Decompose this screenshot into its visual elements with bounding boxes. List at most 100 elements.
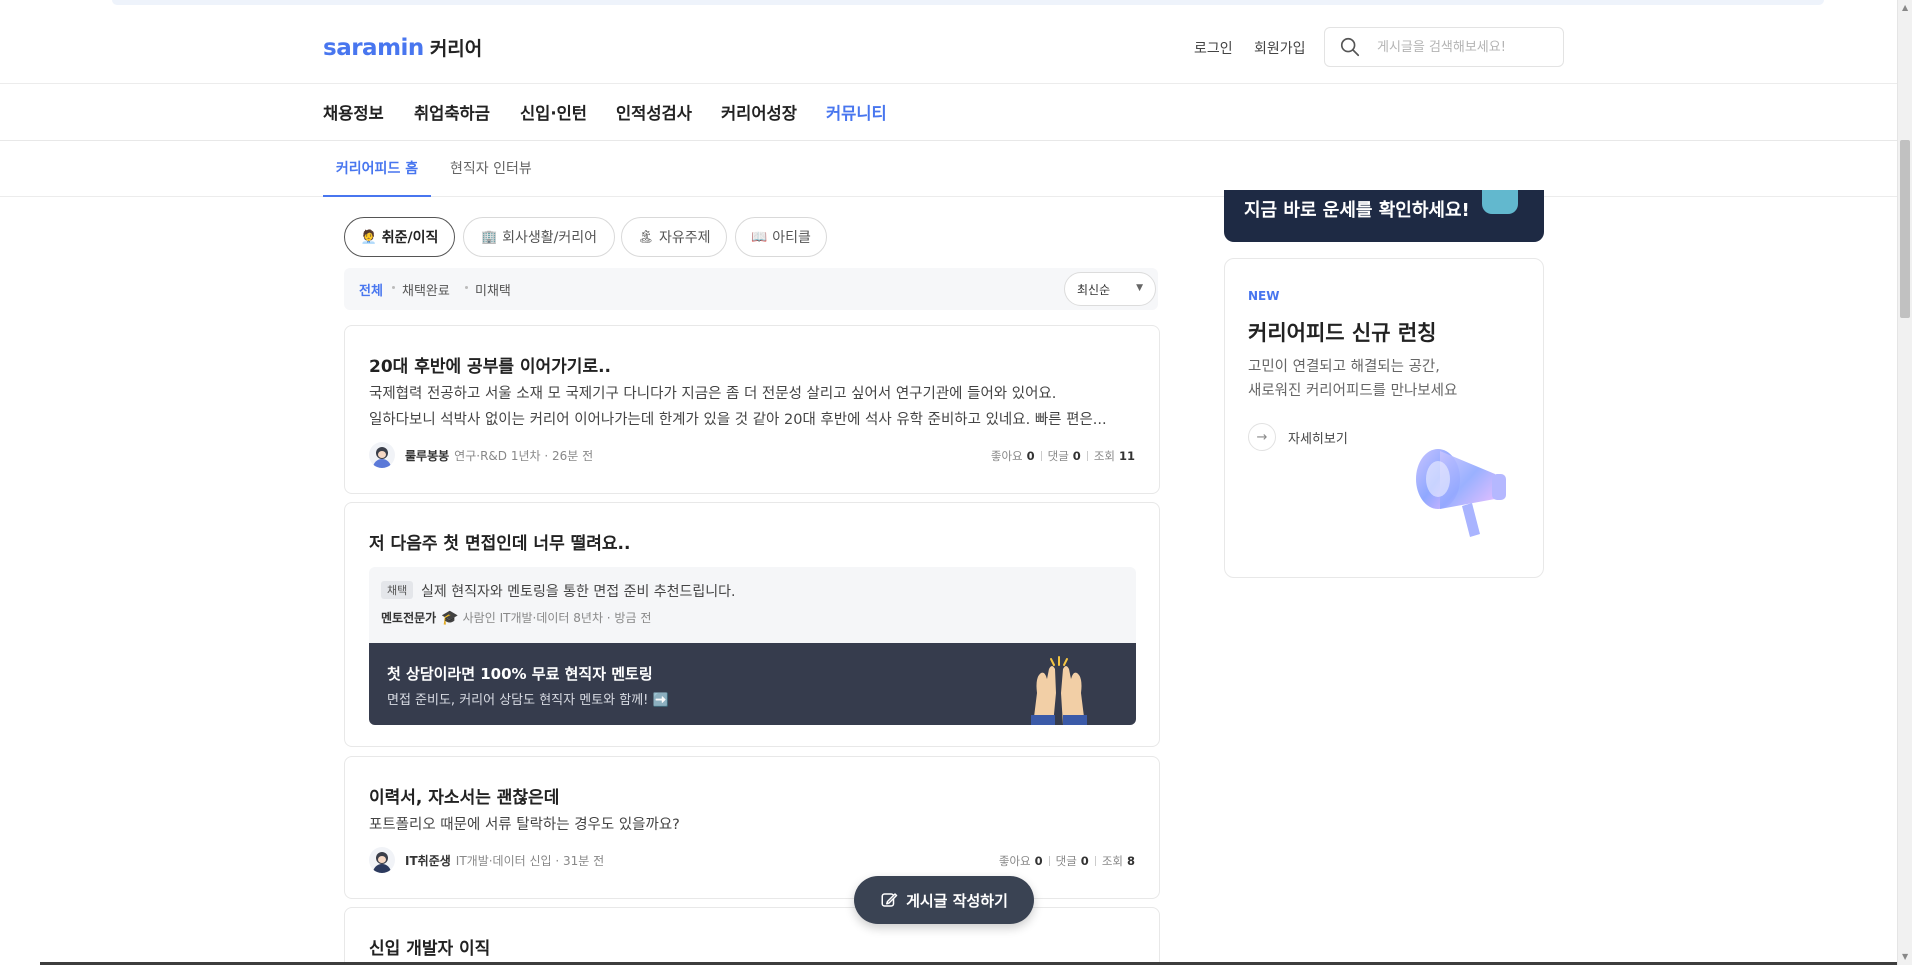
post-stats: 좋아요 0 댓글 0 조회 11 [991, 448, 1135, 464]
post-title[interactable]: 저 다음주 첫 면접인데 너무 떨려요.. [369, 529, 630, 554]
graduation-cap-icon: 🎓 [441, 609, 459, 626]
search-input[interactable] [1377, 39, 1557, 55]
main-nav: 채용정보 취업축하금 신입·인턴 인적성검사 커리어성장 커뮤니티 [0, 84, 1897, 141]
scrollbar[interactable]: ▲ ▼ [1897, 0, 1912, 965]
nav-aptitude[interactable]: 인적성검사 [616, 100, 692, 124]
logo-brand: saramin [323, 35, 424, 61]
comments-count: 0 [1080, 854, 1089, 868]
lamp-icon [1482, 190, 1518, 214]
filter-separator [465, 286, 468, 289]
author-name[interactable]: 룰루봉봉 [405, 447, 449, 464]
post-card[interactable]: 20대 후반에 공부를 이어가기로.. 국제협력 전공하고 서울 소재 모 국제… [344, 325, 1160, 494]
tab-interview[interactable]: 현직자 인터뷰 [450, 141, 532, 197]
scroll-up-icon[interactable]: ▲ [1902, 3, 1908, 12]
nav-jobs[interactable]: 채용정보 [323, 100, 384, 124]
write-post-button[interactable]: 게시글 작성하기 [854, 876, 1034, 924]
high-five-icon [1031, 656, 1087, 725]
write-post-label: 게시글 작성하기 [906, 891, 1008, 910]
post-title[interactable]: 이력서, 자소서는 괜찮은데 [369, 783, 559, 808]
post-body-line: 포트폴리오 때문에 서류 탈락하는 경우도 있을까요? [369, 817, 680, 833]
chip-label: 취준/이직 [381, 230, 439, 246]
building-icon: 🏢 [480, 229, 498, 245]
search-box[interactable] [1324, 27, 1564, 67]
search-icon[interactable] [1339, 36, 1361, 58]
filter-bar: 전체 채택완료 미채택 최신순 ▼ [344, 268, 1158, 310]
nav-community[interactable]: 커뮤니티 [826, 100, 887, 124]
megaphone-icon [1416, 449, 1506, 537]
new-label: NEW [1248, 289, 1280, 303]
launch-desc-line: 고민이 연결되고 해결되는 공간, [1248, 359, 1440, 375]
sub-tabs: 커리어피드 홈 현직자 인터뷰 [0, 141, 1897, 197]
nav-bonus[interactable]: 취업축하금 [414, 100, 490, 124]
post-stats: 좋아요 0 댓글 0 조회 8 [999, 853, 1135, 869]
post-title[interactable]: 신입 개발자 이직 [369, 934, 490, 959]
post-body-line: 국제협력 전공하고 서울 소재 모 국제기구 다니다가 지금은 좀 더 전문성 … [369, 386, 1057, 402]
answer-text: 실제 현직자와 멘토링을 통한 면접 준비 추천드립니다. [421, 584, 736, 600]
chip-company-life[interactable]: 🏢 회사생활/커리어 [463, 217, 615, 257]
scroll-thumb[interactable] [1900, 140, 1910, 318]
adopted-badge: 채택 [381, 581, 414, 599]
more-link-label: 자세히보기 [1288, 431, 1348, 447]
post-meta: IT취준생 IT개발·데이터 신입 · 31분 전 [369, 846, 604, 874]
launch-card[interactable]: NEW 커리어피드 신규 런칭 고민이 연결되고 해결되는 공간, 새로워진 커… [1224, 258, 1544, 578]
logo-sub: 커리어 [429, 38, 483, 60]
comments-label: 댓글 [1055, 854, 1077, 868]
nav-intern[interactable]: 신입·인턴 [520, 100, 587, 124]
post-title[interactable]: 20대 후반에 공부를 이어가기로.. [369, 352, 611, 377]
chip-label: 자유주제 [658, 230, 711, 246]
signup-link[interactable]: 회원가입 [1254, 38, 1306, 58]
banner-title: 첫 상담이라면 100% 무료 현직자 멘토링 [387, 665, 653, 683]
views-count: 8 [1126, 854, 1135, 868]
filter-separator [392, 286, 395, 289]
job-seeker-icon: 🧑‍💼 [360, 229, 377, 245]
header: saramin 커리어 로그인 회원가입 [0, 12, 1897, 84]
post-body-line: 일하다보니 석박사 없이는 커리어 이어나가는데 한계가 있을 것 같아 20대… [369, 412, 1107, 428]
adopted-answer[interactable]: 채택 실제 현직자와 멘토링을 통한 면접 준비 추천드립니다. 멘토전문가 🎓… [369, 567, 1136, 643]
answer-author[interactable]: 멘토전문가 [381, 609, 436, 626]
comments-count: 0 [1072, 449, 1081, 463]
chip-label: 아티클 [772, 230, 811, 246]
filter-not-adopted[interactable]: 미채택 [475, 280, 511, 299]
views-label: 조회 [1101, 854, 1123, 868]
views-count: 11 [1118, 449, 1135, 463]
author-meta: 연구·R&D 1년차 · 26분 전 [454, 448, 594, 463]
post-meta: 룰루봉봉 연구·R&D 1년차 · 26분 전 [369, 441, 593, 469]
answer-author-meta: 사람인 IT개발·데이터 8년차 · 방금 전 [462, 611, 652, 625]
post-card[interactable]: 신입 개발자 이직 [344, 907, 1160, 965]
chevron-down-icon: ▼ [1136, 283, 1143, 293]
top-strip [112, 0, 1824, 5]
arrow-right-icon: → [1248, 423, 1276, 451]
launch-title: 커리어피드 신규 런칭 [1248, 321, 1437, 345]
book-icon: 📖 [751, 229, 768, 245]
author-name[interactable]: IT취준생 [405, 852, 451, 869]
chip-label: 회사생활/커리어 [502, 230, 598, 246]
logo[interactable]: saramin 커리어 [323, 34, 482, 61]
filter-adopted[interactable]: 채택완료 [402, 280, 450, 299]
likes-count: 0 [1034, 854, 1043, 868]
author-meta: IT개발·데이터 신입 · 31분 전 [455, 853, 605, 868]
avatar[interactable] [369, 442, 395, 468]
more-link[interactable]: → 자세히보기 [1248, 423, 1348, 451]
chip-article[interactable]: 📖 아티클 [735, 217, 827, 257]
chip-job-seeking[interactable]: 🧑‍💼 취준/이직 [344, 217, 455, 257]
scroll-down-icon[interactable]: ▼ [1902, 952, 1908, 961]
banner-subtitle: 면접 준비도, 커리어 상담도 현직자 멘토와 함께! ➡️ [387, 693, 669, 708]
launch-desc: 고민이 연결되고 해결되는 공간, 새로워진 커리어피드를 만나보세요 [1248, 355, 1457, 403]
post-card[interactable]: 저 다음주 첫 면접인데 너무 떨려요.. 채택 실제 현직자와 멘토링을 통한… [344, 502, 1160, 747]
fortune-banner-text: 지금 바로 운세를 확인하세요! [1244, 200, 1470, 221]
fortune-banner[interactable]: 지금 바로 운세를 확인하세요! [1224, 190, 1544, 242]
nav-growth[interactable]: 커리어성장 [721, 100, 797, 124]
views-label: 조회 [1093, 449, 1115, 463]
answer-meta: 멘토전문가 🎓 사람인 IT개발·데이터 8년차 · 방금 전 [381, 609, 651, 626]
likes-label: 좋아요 [998, 854, 1031, 868]
chip-free-topic[interactable]: 🏝 자유주제 [621, 217, 727, 257]
login-link[interactable]: 로그인 [1194, 38, 1233, 58]
mentoring-banner[interactable]: 첫 상담이라면 100% 무료 현직자 멘토링 면접 준비도, 커리어 상담도 … [369, 643, 1136, 725]
likes-count: 0 [1026, 449, 1035, 463]
filter-all[interactable]: 전체 [359, 280, 383, 299]
post-card[interactable]: 이력서, 자소서는 괜찮은데 포트폴리오 때문에 서류 탈락하는 경우도 있을까… [344, 756, 1160, 899]
launch-desc-line: 새로워진 커리어피드를 만나보세요 [1248, 383, 1458, 399]
tab-feed-home[interactable]: 커리어피드 홈 [323, 141, 431, 197]
sort-select[interactable]: 최신순 ▼ [1064, 272, 1156, 306]
avatar[interactable] [369, 847, 395, 873]
